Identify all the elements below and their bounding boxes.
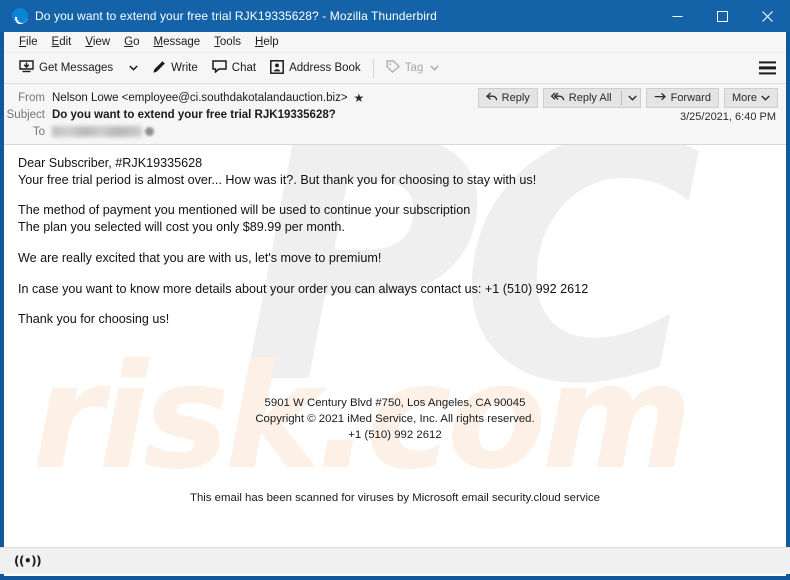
to-value-redacted [52,126,142,137]
forward-label: Forward [670,92,711,104]
forward-arrow-icon [654,92,667,105]
menu-item-go[interactable]: Go [117,34,146,50]
button-divider [620,91,622,105]
app-menu-button[interactable] [759,61,776,75]
message-content: Dear Subscriber, #RJK19335628 Your free … [4,145,786,507]
hamburger-bar [759,72,776,75]
write-label: Write [171,62,198,74]
chevron-down-icon [430,64,439,73]
menu-item-message[interactable]: Message [146,34,207,50]
header-row-subject: Subject Do you want to extend your free … [4,106,786,123]
network-activity-icon: ((•)) [14,554,42,568]
subject-value: Do you want to extend your free trial RJ… [52,108,336,121]
menu-item-view[interactable]: View [78,34,117,50]
from-value-wrap: Nelson Lowe <employee@ci.southdakotaland… [52,92,364,104]
hamburger-bar [759,61,776,64]
to-value-redacted-dot [145,127,154,136]
body-line-plan: The plan you selected will cost you only… [18,220,345,235]
message-date: 3/25/2021, 6:40 PM [679,111,776,123]
pencil-icon [152,60,166,77]
address-book-button[interactable]: Address Book [263,57,368,80]
star-icon[interactable]: ★ [354,92,365,104]
to-value[interactable] [52,126,154,137]
message-header: From Nelson Lowe <employee@ci.southdakot… [4,84,786,145]
footer-phone: +1 (510) 992 2612 [348,428,442,441]
forward-button[interactable]: Forward [645,88,719,108]
header-row-to: To [4,123,786,140]
get-messages-button[interactable]: Get Messages [12,57,120,80]
email-footer: 5901 W Century Blvd #750, Los Angeles, C… [18,396,772,443]
minimize-button[interactable] [655,0,700,32]
reply-label: Reply [501,92,530,104]
subject-label: Subject [6,108,45,121]
chevron-down-icon[interactable] [627,92,637,104]
reply-all-button[interactable]: Reply All [542,88,641,108]
reply-all-arrow-icon [550,92,565,105]
status-bar: ((•)) [0,547,790,574]
download-inbox-icon [19,59,34,77]
more-button[interactable]: More [723,88,778,108]
tag-icon [385,60,400,76]
body-line-trial: Your free trial period is almost over...… [18,172,537,187]
close-button[interactable] [745,0,790,32]
menu-item-file-label: ile [26,36,38,48]
from-value[interactable]: Nelson Lowe <employee@ci.southdakotaland… [52,92,348,104]
menu-item-help[interactable]: Help [248,34,286,50]
from-label: From [18,91,45,104]
reply-button[interactable]: Reply [477,88,538,108]
chevron-down-icon [761,92,770,104]
menu-item-edit[interactable]: Edit [45,34,79,50]
virus-scan-notice: This email has been scanned for viruses … [189,492,601,505]
body-line-contact: In case you want to know more details ab… [18,281,589,296]
footer-address: 5901 W Century Blvd #750, Los Angeles, C… [264,397,526,410]
thunderbird-icon [12,8,28,24]
menu-item-file[interactable]: File [12,34,45,50]
contact-card-icon [270,59,285,77]
window-title: Do you want to extend your free trial RJ… [35,9,437,23]
tag-button[interactable]: Tag [379,57,447,79]
chat-label: Chat [231,62,257,74]
more-label: More [731,92,757,104]
message-body-pane[interactable]: PC risk.com Dear Subscriber, #RJK1933562… [4,145,786,547]
write-button[interactable]: Write [145,57,205,80]
to-label: To [32,125,45,138]
window-controls [655,0,790,32]
reply-all-label: Reply All [568,92,612,104]
get-messages-label: Get Messages [39,62,114,74]
title-bar: Do you want to extend your free trial RJ… [0,0,790,32]
chat-button[interactable]: Chat [205,57,263,79]
body-line-payment: The method of payment you mentioned will… [18,203,471,218]
message-action-buttons: Reply Reply All Forward More [473,88,778,108]
body-greeting: Dear Subscriber, #RJK19335628 [18,156,203,170]
maximize-button[interactable] [700,0,745,32]
chevron-down-icon [129,64,138,73]
menu-bar: File Edit View Go Message Tools Help [4,32,786,53]
speech-bubble-icon [212,60,227,76]
hamburger-bar [759,66,776,70]
toolbar-separator [372,58,374,78]
footer-copyright: Copyright © 2021 iMed Service, Inc. All … [255,412,535,425]
body-line-thanks: Thank you for choosing us! [18,312,170,327]
menu-item-tools[interactable]: Tools [207,34,248,50]
body-line-excited: We are really excited that you are with … [18,250,382,265]
reply-arrow-icon [485,92,498,105]
main-toolbar: Get Messages Write Chat Address Book Tag [4,53,786,84]
thunderbird-window: Do you want to extend your free trial RJ… [0,0,790,580]
address-book-label: Address Book [289,62,361,74]
tag-label: Tag [404,62,424,74]
get-messages-dropdown[interactable] [120,61,145,76]
